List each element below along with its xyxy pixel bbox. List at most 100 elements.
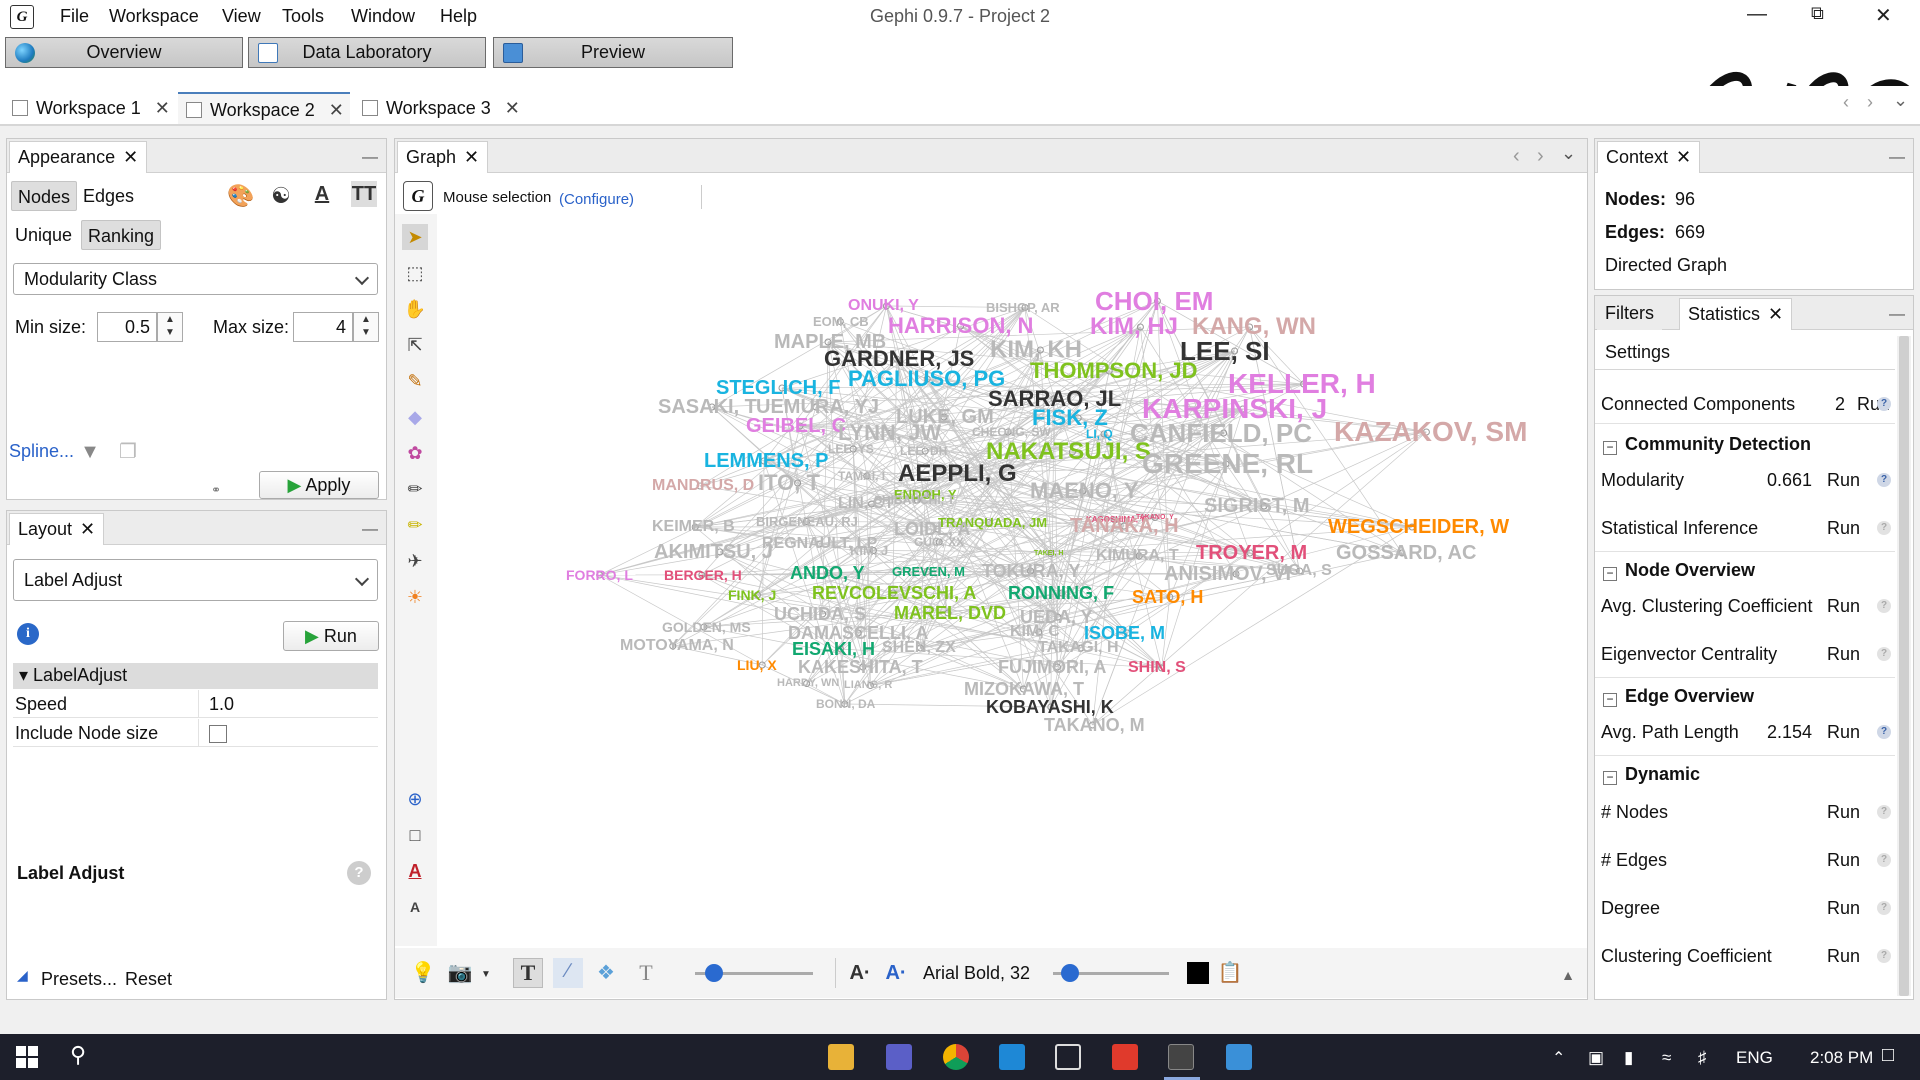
chevron-down-icon[interactable]: ▼: [473, 962, 499, 988]
graph-node-label[interactable]: TOKURA, Y: [982, 562, 1080, 580]
graph-node-label[interactable]: SASAKI, T: [658, 397, 757, 417]
graph-node-label[interactable]: KIMURA, T: [1096, 548, 1179, 564]
workspace-tab-1[interactable]: Workspace 1 ✕: [4, 92, 174, 124]
include-node-size-checkbox[interactable]: [209, 725, 227, 743]
run-button[interactable]: Run: [1827, 518, 1860, 539]
run-button[interactable]: Run: [1827, 946, 1860, 967]
graph-node-label[interactable]: MOTOYAMA, N: [620, 638, 734, 654]
overview-button[interactable]: Overview: [5, 37, 243, 68]
help-icon[interactable]: ?: [1877, 901, 1891, 915]
label-color-swatch[interactable]: [1187, 962, 1209, 984]
shortest-path-icon[interactable]: ✈: [402, 548, 428, 574]
graph-node-label[interactable]: KAKESHITA, T: [798, 658, 923, 676]
graph-node-label[interactable]: SATO, H: [1132, 588, 1203, 606]
close-icon[interactable]: ✕: [1676, 147, 1691, 167]
edges-toggle-icon[interactable]: ∕: [553, 958, 583, 988]
chrome-icon[interactable]: [943, 1044, 969, 1070]
gephi-taskbar-icon[interactable]: [1168, 1044, 1194, 1070]
graph-node-label[interactable]: TAKAGI, H: [1038, 640, 1119, 656]
tab-filters[interactable]: Filters: [1597, 298, 1662, 330]
font-color-icon[interactable]: A·: [883, 960, 909, 986]
graph-node-label[interactable]: KAZAKOV, SM: [1334, 418, 1527, 446]
layout-run-button[interactable]: ▶ Run: [283, 621, 379, 651]
search-icon[interactable]: ⚲: [70, 1042, 86, 1068]
spline-link[interactable]: Spline...: [9, 441, 74, 462]
graph-node-label[interactable]: HARRISON, N: [888, 315, 1033, 337]
graph-node-label[interactable]: SIGRIST, M: [1204, 496, 1310, 516]
clock[interactable]: 2:08 PM: [1810, 1048, 1873, 1068]
graph-node-label[interactable]: MAENO, Y: [1030, 480, 1138, 502]
chevron-down-icon[interactable]: ⌄: [1561, 143, 1576, 164]
label-size-icon[interactable]: TT: [351, 181, 377, 207]
graph-node-label[interactable]: SHIN, S: [1128, 660, 1186, 676]
tab-context[interactable]: Context ✕: [1597, 141, 1701, 173]
graph-node-label[interactable]: WEGSCHEIDER, W: [1328, 517, 1509, 537]
section-community-detection[interactable]: − Community Detection: [1603, 434, 1811, 455]
close-icon[interactable]: ✕: [80, 519, 95, 539]
graph-node-label[interactable]: GREVEN, M: [892, 565, 965, 578]
graph-node-label[interactable]: FINK, J: [728, 588, 776, 602]
section-edge-overview[interactable]: − Edge Overview: [1603, 686, 1754, 707]
lightbulb-icon[interactable]: 💡: [410, 960, 436, 986]
vscode-icon[interactable]: [999, 1044, 1025, 1070]
workspace-tab-3[interactable]: Workspace 3 ✕: [354, 92, 526, 124]
notification-icon[interactable]: □: [1882, 1044, 1894, 1067]
label-color-icon[interactable]: A: [402, 858, 428, 884]
direct-select-icon[interactable]: ⇱: [402, 332, 428, 358]
graph-node-label[interactable]: TROYER, M: [1196, 543, 1307, 563]
graph-node-label[interactable]: UEMURA, YJ: [756, 397, 879, 417]
windows-start-icon[interactable]: [16, 1046, 38, 1068]
max-size-stepper[interactable]: ▲ ▼: [353, 312, 379, 342]
chain-link-icon[interactable]: ⚭: [203, 477, 229, 503]
scroll-right-icon[interactable]: ›: [1537, 145, 1544, 168]
label-size-slider-thumb[interactable]: [1061, 964, 1079, 982]
graph-node-label[interactable]: GOSSARD, AC: [1336, 543, 1476, 563]
help-icon[interactable]: ?: [1877, 397, 1891, 411]
info-icon[interactable]: i: [17, 623, 39, 645]
graph-node-label[interactable]: AKIMITSU, J: [654, 542, 773, 562]
tab-graph[interactable]: Graph ✕: [397, 141, 489, 173]
scroll-right-icon[interactable]: ›: [1867, 92, 1873, 113]
graph-node-label[interactable]: TANAKA, H: [1070, 516, 1179, 536]
graph-node-label[interactable]: EISAKI, H: [792, 640, 875, 658]
graph-node-label[interactable]: TAMAI, I: [838, 470, 885, 482]
nodes-toggle[interactable]: Nodes: [11, 181, 78, 211]
close-icon[interactable]: ✕: [464, 147, 479, 167]
close-icon[interactable]: ✕: [505, 98, 520, 118]
graph-node-label[interactable]: STEGLICH, F: [716, 378, 840, 398]
graph-node-label[interactable]: RONNING, F: [1008, 584, 1114, 602]
graph-node-label[interactable]: SHIBAUCHI, T: [874, 494, 955, 506]
graph-node-label[interactable]: KEIMER, B: [652, 519, 735, 535]
cube-app-icon[interactable]: [1055, 1044, 1081, 1070]
color-palette-icon[interactable]: 🎨: [227, 183, 254, 209]
layout-algorithm-select[interactable]: Label Adjust: [13, 559, 378, 601]
clipboard-icon[interactable]: 📋: [1217, 960, 1243, 986]
graph-node-label[interactable]: GEIBEL, C: [746, 416, 846, 436]
close-icon[interactable]: ✕: [1875, 3, 1892, 28]
graph-node-label[interactable]: REVCOLEVSCHI, A: [812, 584, 976, 602]
minimize-icon[interactable]: —: [1889, 306, 1905, 324]
pointer-icon[interactable]: ➤: [402, 224, 428, 250]
sun-icon[interactable]: ☀: [402, 584, 428, 610]
edges-toggle[interactable]: Edges: [77, 181, 140, 211]
graph-node-label[interactable]: TAKANO, M: [1044, 716, 1145, 734]
run-button[interactable]: Run: [1827, 898, 1860, 919]
graph-node-label[interactable]: MANDRUS, D: [652, 478, 754, 494]
heatmap-icon[interactable]: ✿: [402, 440, 428, 466]
run-button[interactable]: Run: [1827, 596, 1860, 617]
file-explorer-icon[interactable]: [828, 1044, 854, 1070]
unique-toggle[interactable]: Unique: [9, 220, 78, 250]
graph-node-label[interactable]: GOLDEN, MS: [662, 620, 751, 634]
graph-node-label[interactable]: BONN, DA: [816, 698, 875, 710]
scroll-left-icon[interactable]: ‹: [1513, 145, 1520, 168]
run-button[interactable]: Run: [1827, 470, 1860, 491]
graph-node-label[interactable]: MAREL, DVD: [894, 604, 1006, 622]
graph-node-label[interactable]: TAKEI, H: [1034, 550, 1063, 557]
graph-node-label[interactable]: SHEN, ZX: [882, 640, 956, 656]
restore-icon[interactable]: ⧉: [1811, 3, 1824, 24]
graph-node-label[interactable]: KIM, J: [850, 544, 888, 557]
font-size-icon[interactable]: A·: [847, 960, 873, 986]
data-laboratory-button[interactable]: Data Laboratory: [248, 37, 486, 68]
max-size-input[interactable]: 4: [293, 312, 353, 342]
graph-node-label[interactable]: FUJIMORI, A: [998, 658, 1106, 676]
